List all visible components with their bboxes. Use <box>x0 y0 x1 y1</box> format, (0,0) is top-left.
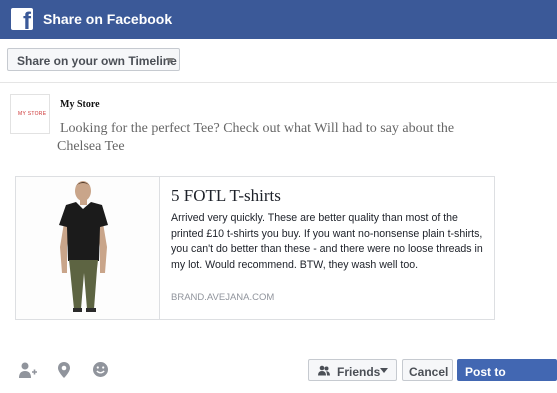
chevron-down-icon <box>380 368 388 373</box>
link-domain: BRAND.AVEJANA.COM <box>171 292 275 303</box>
store-logo-text: MY STORE <box>18 111 47 117</box>
post-message[interactable]: Looking for the perfect Tee? Check out w… <box>57 120 497 156</box>
share-target-label: Share on your own Timeline <box>17 54 177 68</box>
link-description: Arrived very quickly. These are better q… <box>171 212 483 271</box>
facebook-logo-icon: f <box>11 8 33 30</box>
location-pin-icon[interactable] <box>57 361 71 379</box>
link-preview-image <box>16 177 160 319</box>
cancel-label: Cancel <box>409 365 449 379</box>
chevron-down-icon <box>166 58 174 63</box>
post-to-facebook-button[interactable]: Post to Facebook <box>457 359 557 393</box>
link-title: 5 FOTL T-shirts <box>171 186 281 205</box>
divider <box>0 82 557 83</box>
dialog-header: f Share on Facebook <box>0 0 557 39</box>
author-name: My Store <box>60 99 100 110</box>
store-logo: MY STORE <box>10 94 50 134</box>
link-preview-card[interactable]: 5 FOTL T-shirts Arrived very quickly. Th… <box>15 176 495 320</box>
friends-icon <box>318 365 330 376</box>
audience-label: Friends <box>337 365 381 379</box>
cancel-button[interactable]: Cancel <box>402 359 453 381</box>
audience-selector-button[interactable]: Friends <box>308 359 397 381</box>
tag-friends-icon[interactable] <box>18 361 38 379</box>
feeling-smiley-icon[interactable] <box>92 361 109 378</box>
dialog-title: Share on Facebook <box>43 11 173 27</box>
share-target-dropdown[interactable]: Share on your own Timeline <box>7 48 180 71</box>
post-button-label: Post to Facebook <box>465 365 522 393</box>
